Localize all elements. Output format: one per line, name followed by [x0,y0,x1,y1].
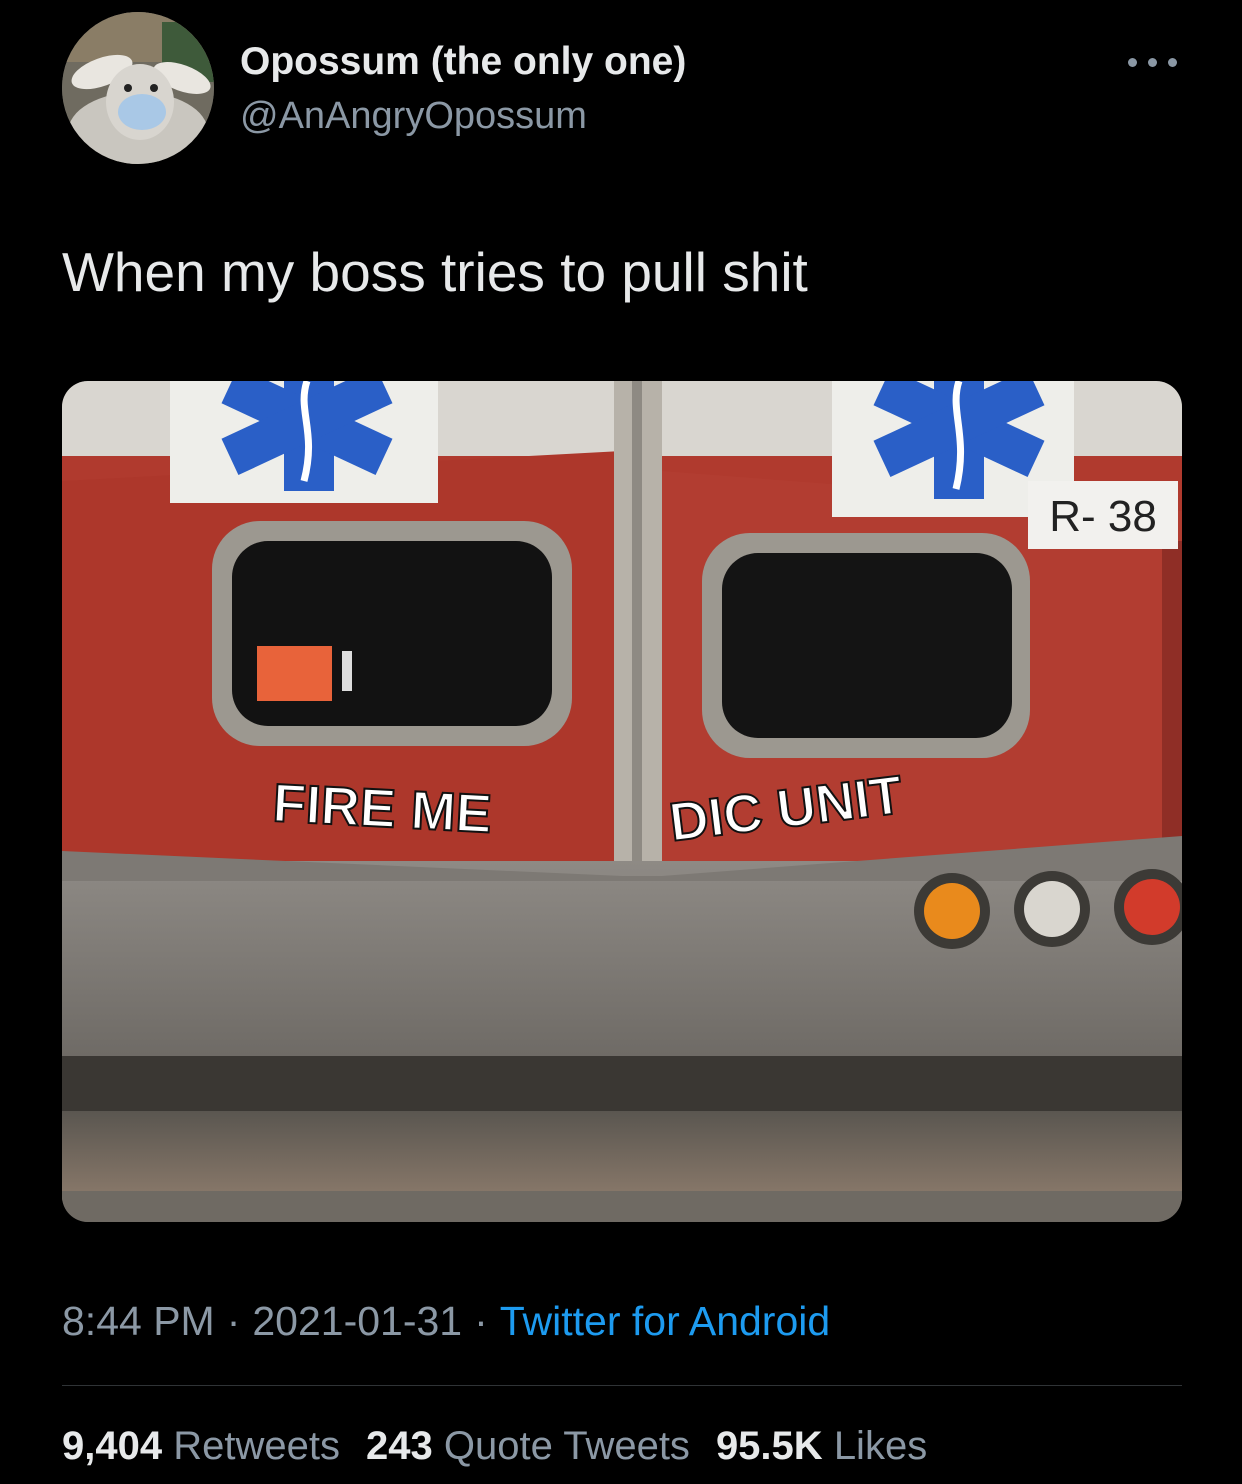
likes-stat[interactable]: 95.5K Likes [716,1424,927,1468]
author-handle[interactable]: @AnAngryOpossum [240,95,587,138]
likes-count: 95.5K [715,1424,823,1468]
tweet-date[interactable]: 2021-01-31 [252,1298,462,1344]
author-display-name[interactable]: Opossum (the only one) [240,40,686,84]
retweets-label: Retweets [173,1424,340,1468]
tweet-text: When my boss tries to pull shit [62,241,808,303]
separator: · [226,1298,241,1344]
tweet-source-link[interactable]: Twitter for Android [500,1298,830,1344]
quote-tweets-label: Quote Tweets [443,1424,690,1468]
door-lettering-left: FIRE ME [271,773,493,844]
avatar[interactable] [62,12,214,164]
divider [62,1385,1182,1386]
likes-label: Likes [833,1424,928,1468]
tweet-meta: 8:44 PM · 2021-01-31 · Twitter for Android [62,1298,830,1345]
star-of-life-icon-left [170,381,438,503]
tweet-media-image[interactable]: R- 38 FIRE ME DIC UNIT [62,381,1182,1222]
quote-tweets-count: 243 [365,1424,433,1468]
tweet-time[interactable]: 8:44 PM [62,1298,215,1344]
unit-number: R- 38 [1049,492,1157,541]
separator: · [474,1298,488,1344]
quote-tweets-stat[interactable]: 243 Quote Tweets [366,1424,690,1468]
engagement-stats: 9,404 Retweets 243 Quote Tweets 95.5K Like… [62,1424,927,1469]
avatar-image [62,12,214,164]
retweets-count: 9,404 [62,1424,163,1468]
retweets-stat[interactable]: 9,404 Retweets [62,1424,340,1468]
ambulance-photo: R- 38 FIRE ME DIC UNIT [62,381,1182,1222]
more-options-icon[interactable] [1128,44,1182,74]
